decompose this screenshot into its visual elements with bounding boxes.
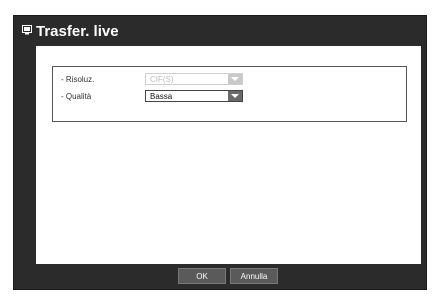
ok-button[interactable]: OK [178, 268, 226, 284]
chevron-down-icon [228, 74, 242, 84]
chevron-down-icon [228, 91, 242, 101]
dialog-content-panel: - Risoluz. CIF(S) - Qualità Bassa [36, 46, 421, 264]
cancel-button[interactable]: Annulla [230, 268, 278, 284]
dialog-titlebar: Trasfer. live [14, 16, 426, 44]
resolution-select[interactable]: CIF(S) [145, 73, 243, 85]
settings-group: - Risoluz. CIF(S) - Qualità Bassa [52, 66, 407, 122]
dialog-title: Trasfer. live [36, 23, 119, 40]
dialog-footer: OK Annulla [14, 264, 426, 289]
resolution-label: - Risoluz. [61, 75, 95, 84]
resolution-value: CIF(S) [150, 75, 174, 84]
quality-value: Bassa [150, 92, 173, 101]
quality-select[interactable]: Bassa [145, 90, 243, 102]
monitor-icon [22, 25, 32, 35]
live-transfer-dialog: Trasfer. live - Risoluz. CIF(S) - Qualit… [13, 15, 427, 290]
quality-label: - Qualità [61, 92, 92, 101]
